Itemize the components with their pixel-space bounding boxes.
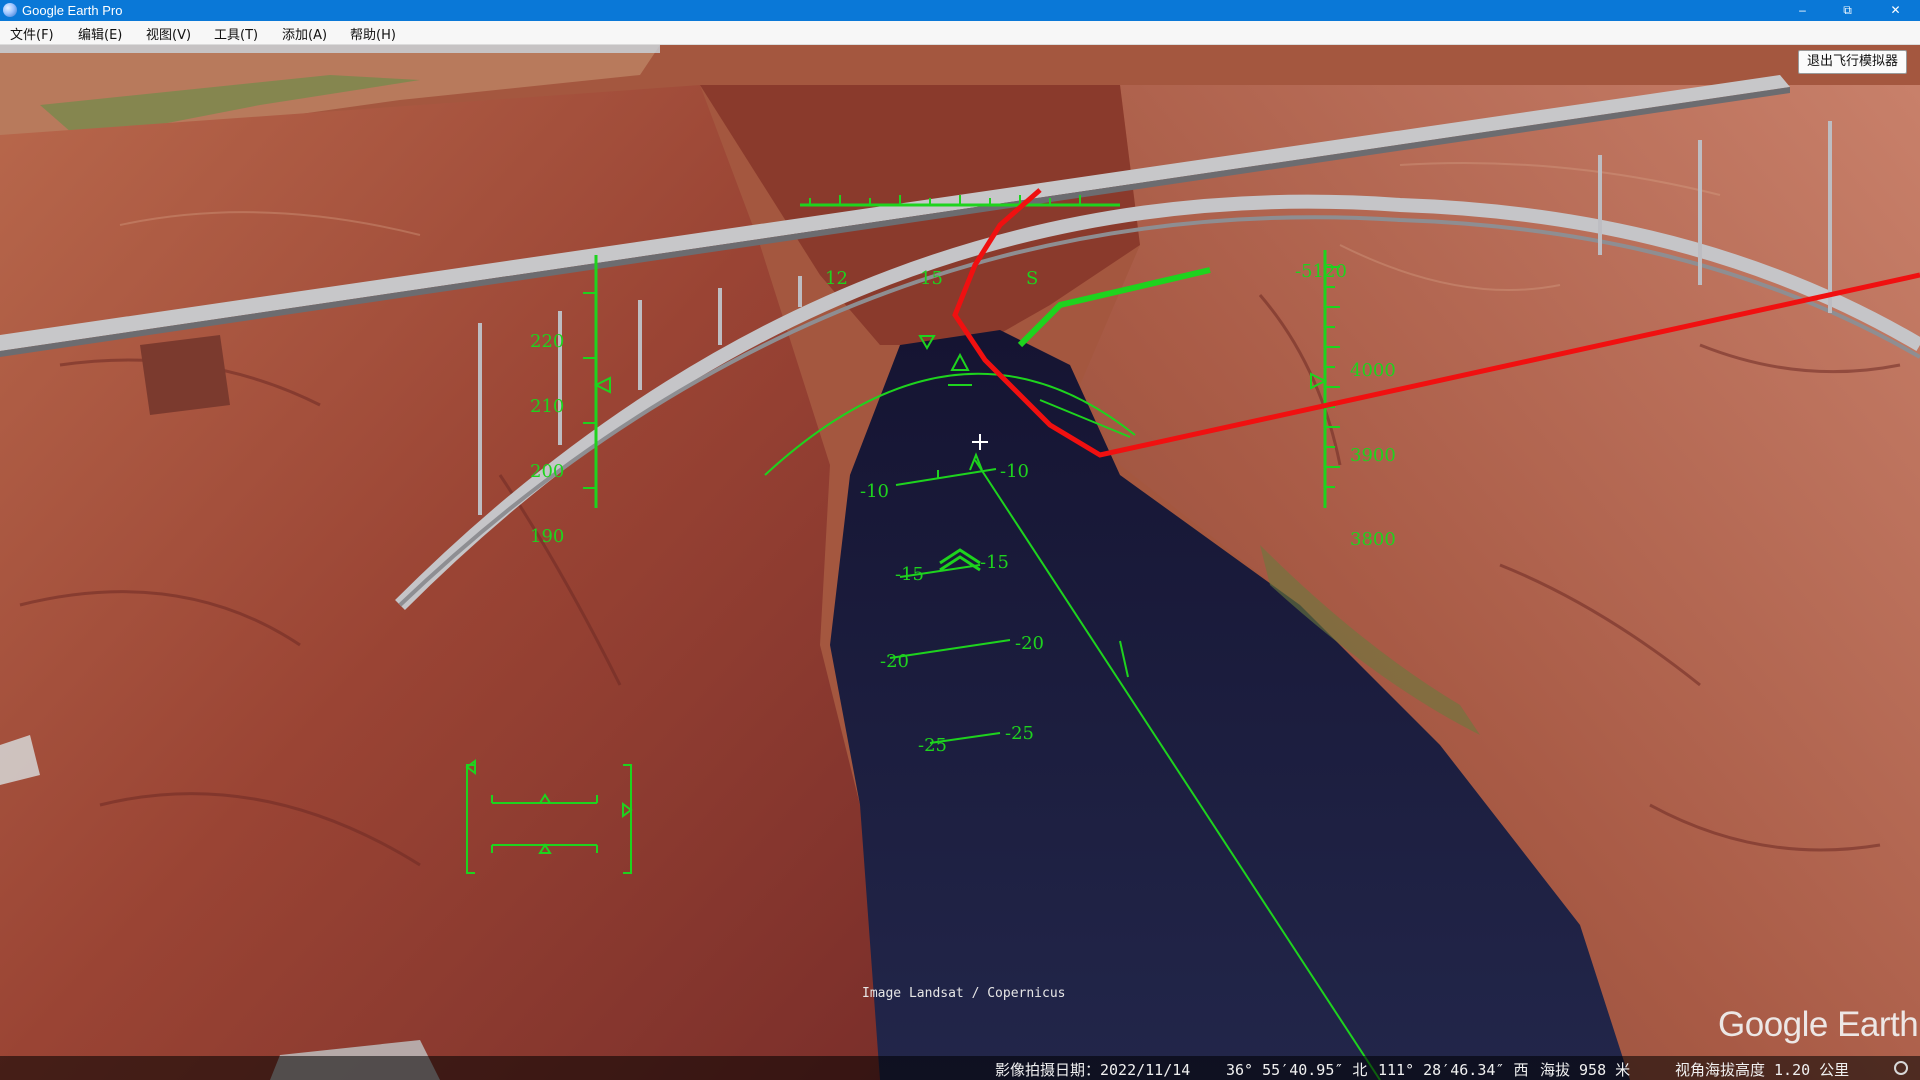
close-icon[interactable]: ✕ bbox=[1873, 0, 1918, 21]
speed-label: 200 bbox=[530, 461, 564, 482]
heading-label: 15 bbox=[920, 268, 943, 289]
altitude-label: 4000 bbox=[1350, 360, 1396, 381]
pitch-label: -25 bbox=[918, 735, 947, 756]
menu-tools[interactable]: 工具(T) bbox=[214, 24, 258, 43]
menu-help[interactable]: 帮助(H) bbox=[350, 24, 396, 43]
speed-label: 220 bbox=[530, 331, 564, 352]
pitch-label: -25 bbox=[1005, 723, 1034, 744]
roll-arc bbox=[764, 372, 1136, 476]
route-track-green bbox=[1017, 267, 1211, 348]
status-bar: 影像拍摄日期：2022/11/14 36° 55′40.95″ 北 111° 2… bbox=[0, 1056, 1920, 1080]
window-title: Google Earth Pro bbox=[22, 3, 123, 18]
flight-hud: 12 15 S 220 210 200 190 -5120 4000 3900 … bbox=[465, 188, 1920, 1080]
restore-icon[interactable]: ⧉ bbox=[1825, 0, 1870, 21]
pitch-label: -20 bbox=[880, 651, 909, 672]
pitch-label: -10 bbox=[860, 481, 889, 502]
heading-label: S bbox=[1026, 268, 1038, 289]
menu-view[interactable]: 视图(V) bbox=[146, 24, 191, 43]
altitude-pointer bbox=[1310, 372, 1328, 390]
speed-label: 190 bbox=[530, 526, 564, 547]
menu-add[interactable]: 添加(A) bbox=[282, 24, 327, 43]
airspeed-pointer bbox=[593, 376, 611, 394]
google-earth-icon bbox=[3, 3, 17, 17]
menu-edit[interactable]: 编辑(E) bbox=[78, 24, 122, 43]
minimize-icon[interactable]: – bbox=[1780, 0, 1825, 21]
menu-file[interactable]: 文件(F) bbox=[10, 24, 54, 43]
imagery-attribution: Image Landsat / Copernicus bbox=[862, 986, 1066, 1001]
earth-viewport[interactable]: 12 15 S 220 210 200 190 -5120 4000 3900 … bbox=[0, 45, 1920, 1080]
exit-flight-simulator-button[interactable]: 退出飞行模拟器 bbox=[1797, 50, 1907, 74]
pitch-label: -15 bbox=[980, 552, 1009, 573]
elevation-readout: 海拔 958 米 bbox=[1540, 1061, 1631, 1079]
title-bar: Google Earth Pro – ⧉ ✕ bbox=[0, 0, 1920, 21]
route-track-red bbox=[952, 188, 1920, 458]
pitch-ladder bbox=[889, 468, 1011, 744]
latitude-readout: 36° 55′40.95″ 北 bbox=[1226, 1061, 1368, 1079]
globe-status-icon bbox=[1894, 1061, 1908, 1075]
imagery-date: 影像拍摄日期：2022/11/14 bbox=[995, 1061, 1191, 1079]
pitch-label: -20 bbox=[1015, 633, 1044, 654]
heading-label: 12 bbox=[825, 268, 848, 289]
eye-altitude-readout: 视角海拔高度 1.20 公里 bbox=[1675, 1061, 1850, 1079]
g-meter bbox=[465, 759, 633, 874]
menu-bar: 文件(F) 编辑(E) 视图(V) 工具(T) 添加(A) 帮助(H) bbox=[0, 21, 1920, 45]
longitude-readout: 111° 28′46.34″ 西 bbox=[1378, 1061, 1529, 1079]
pitch-label: -15 bbox=[895, 564, 924, 585]
altitude-label: 3900 bbox=[1350, 445, 1396, 466]
speed-label: 210 bbox=[530, 396, 564, 417]
crosshair-icon bbox=[972, 434, 988, 450]
google-earth-logo: Google Earth bbox=[1718, 1005, 1919, 1044]
roll-pointer bbox=[918, 335, 936, 350]
altitude-label: 3800 bbox=[1350, 529, 1396, 550]
pitch-label: -10 bbox=[1000, 461, 1029, 482]
vertical-speed-readout: -5120 bbox=[1295, 261, 1347, 282]
